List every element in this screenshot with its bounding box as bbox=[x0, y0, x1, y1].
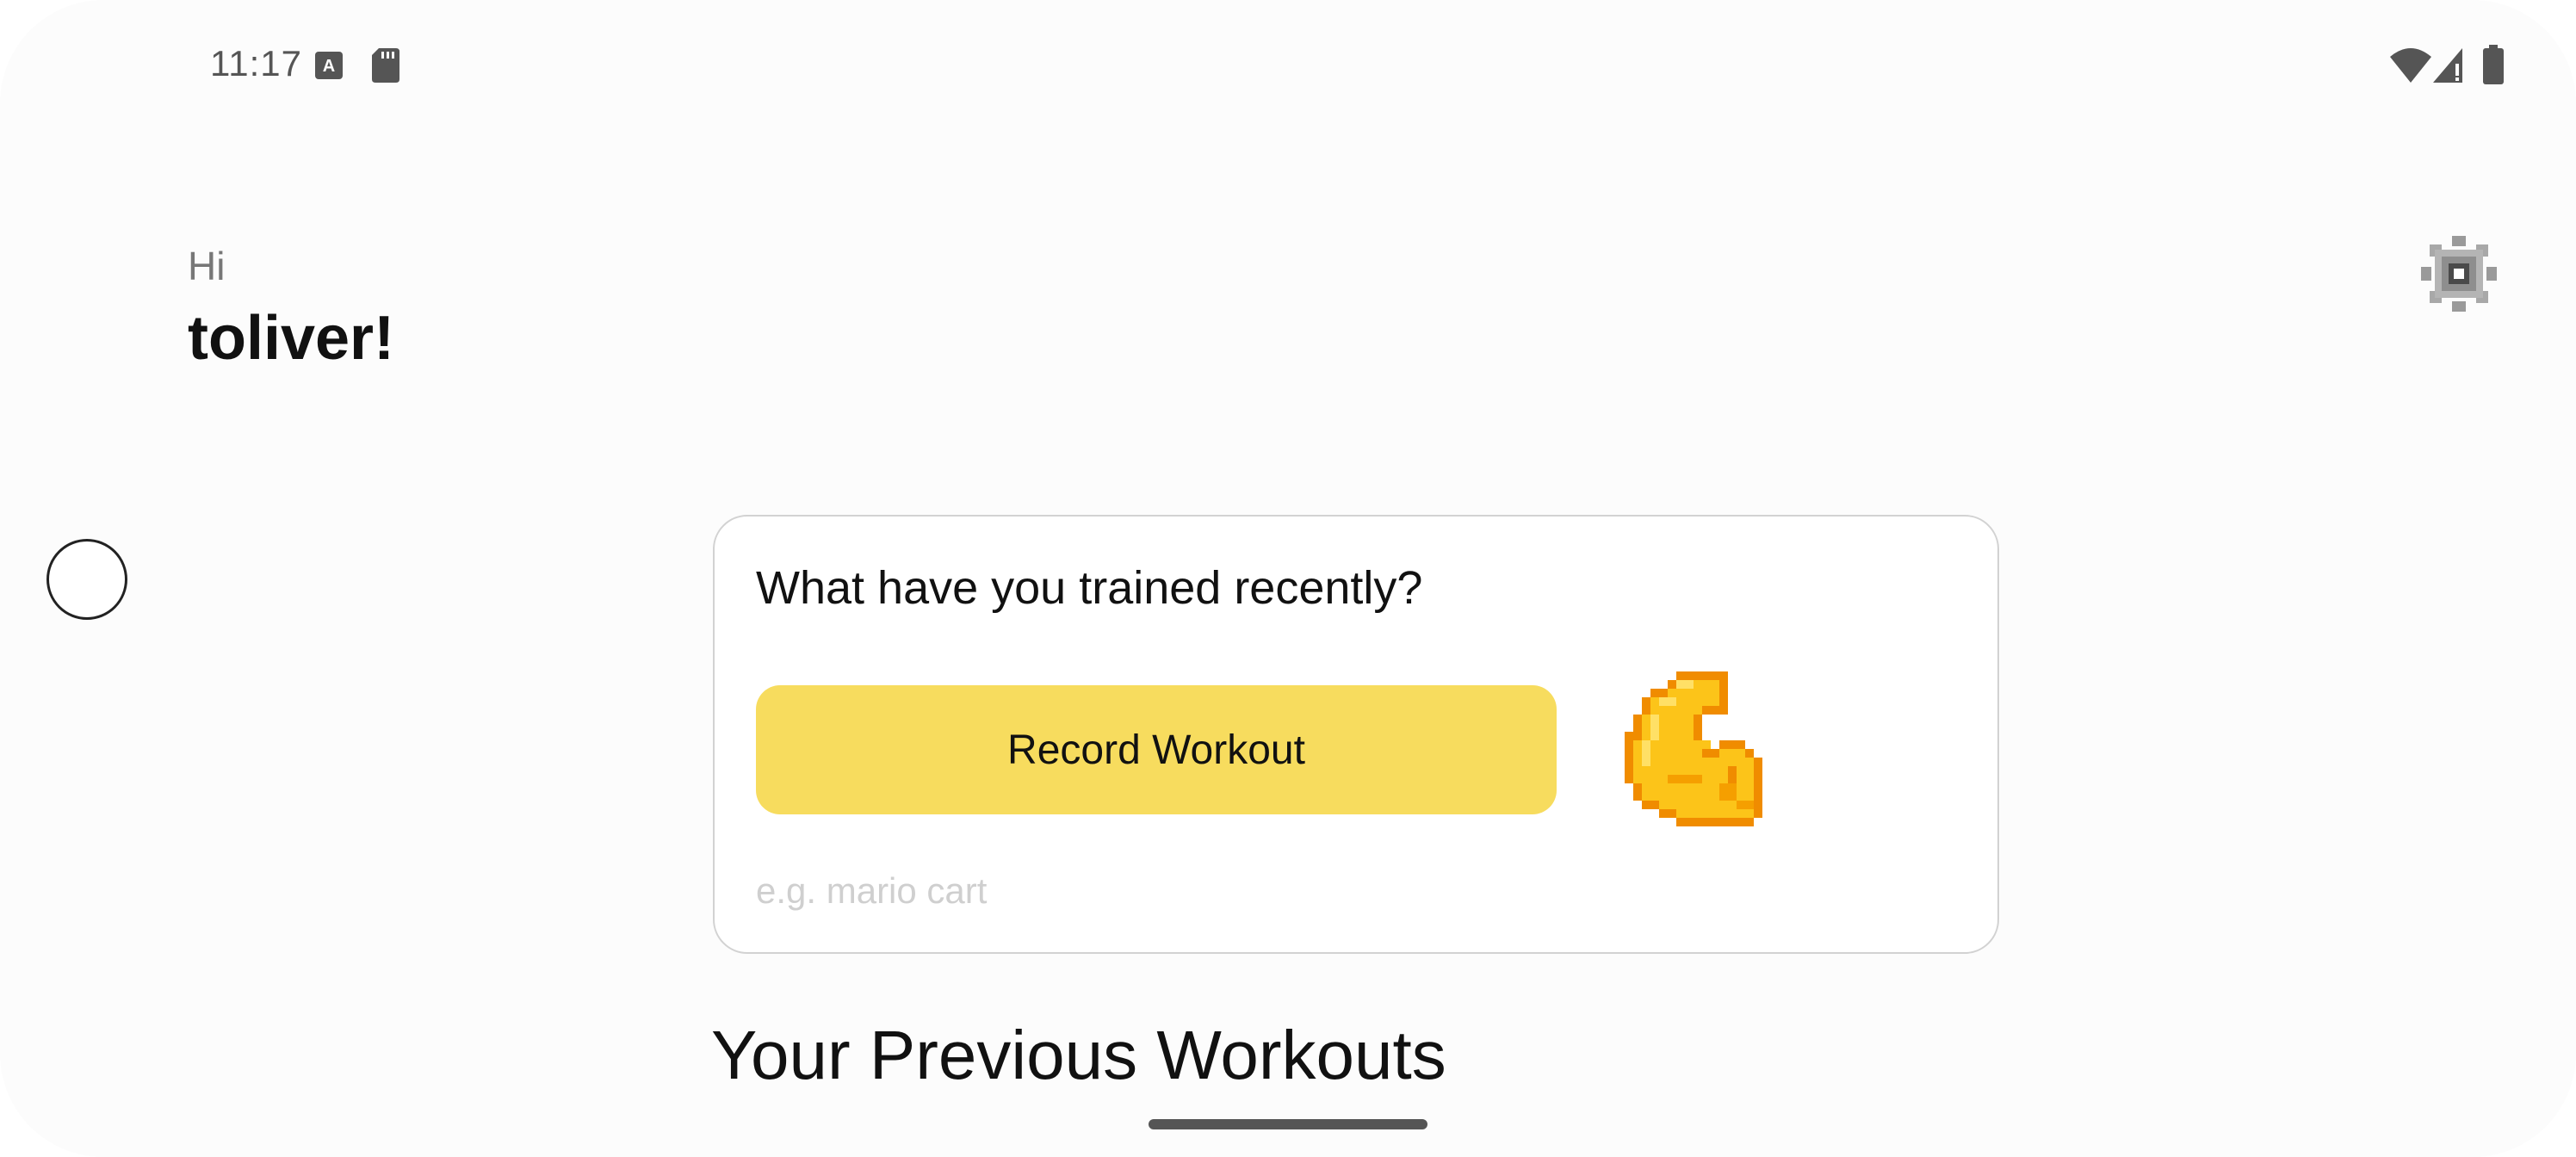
greeting-hi: Hi bbox=[188, 244, 226, 288]
previous-workouts-title: Your Previous Workouts bbox=[711, 1017, 1446, 1093]
sd-card-icon bbox=[372, 48, 399, 83]
flexed-bicep-icon bbox=[1625, 671, 1762, 826]
gear-icon[interactable] bbox=[2419, 234, 2499, 313]
app-screen: 11:17 A Hi toliver! What have you traine… bbox=[0, 0, 2576, 1157]
side-toggle-circle[interactable] bbox=[46, 539, 127, 620]
record-workout-card: What have you trained recently? Record W… bbox=[713, 515, 1999, 954]
battery-icon bbox=[2483, 45, 2504, 84]
workout-name-input[interactable] bbox=[756, 861, 1531, 921]
greeting-username: toliver! bbox=[188, 304, 395, 373]
wifi-icon bbox=[2390, 48, 2431, 83]
gesture-nav-handle[interactable] bbox=[1149, 1119, 1427, 1129]
svg-text:A: A bbox=[323, 57, 335, 76]
signal-icon bbox=[2433, 48, 2462, 83]
record-workout-button[interactable]: Record Workout bbox=[756, 685, 1557, 814]
status-time: 11:17 bbox=[210, 43, 302, 84]
font-a-icon: A bbox=[315, 52, 343, 79]
card-title: What have you trained recently? bbox=[756, 562, 1423, 614]
